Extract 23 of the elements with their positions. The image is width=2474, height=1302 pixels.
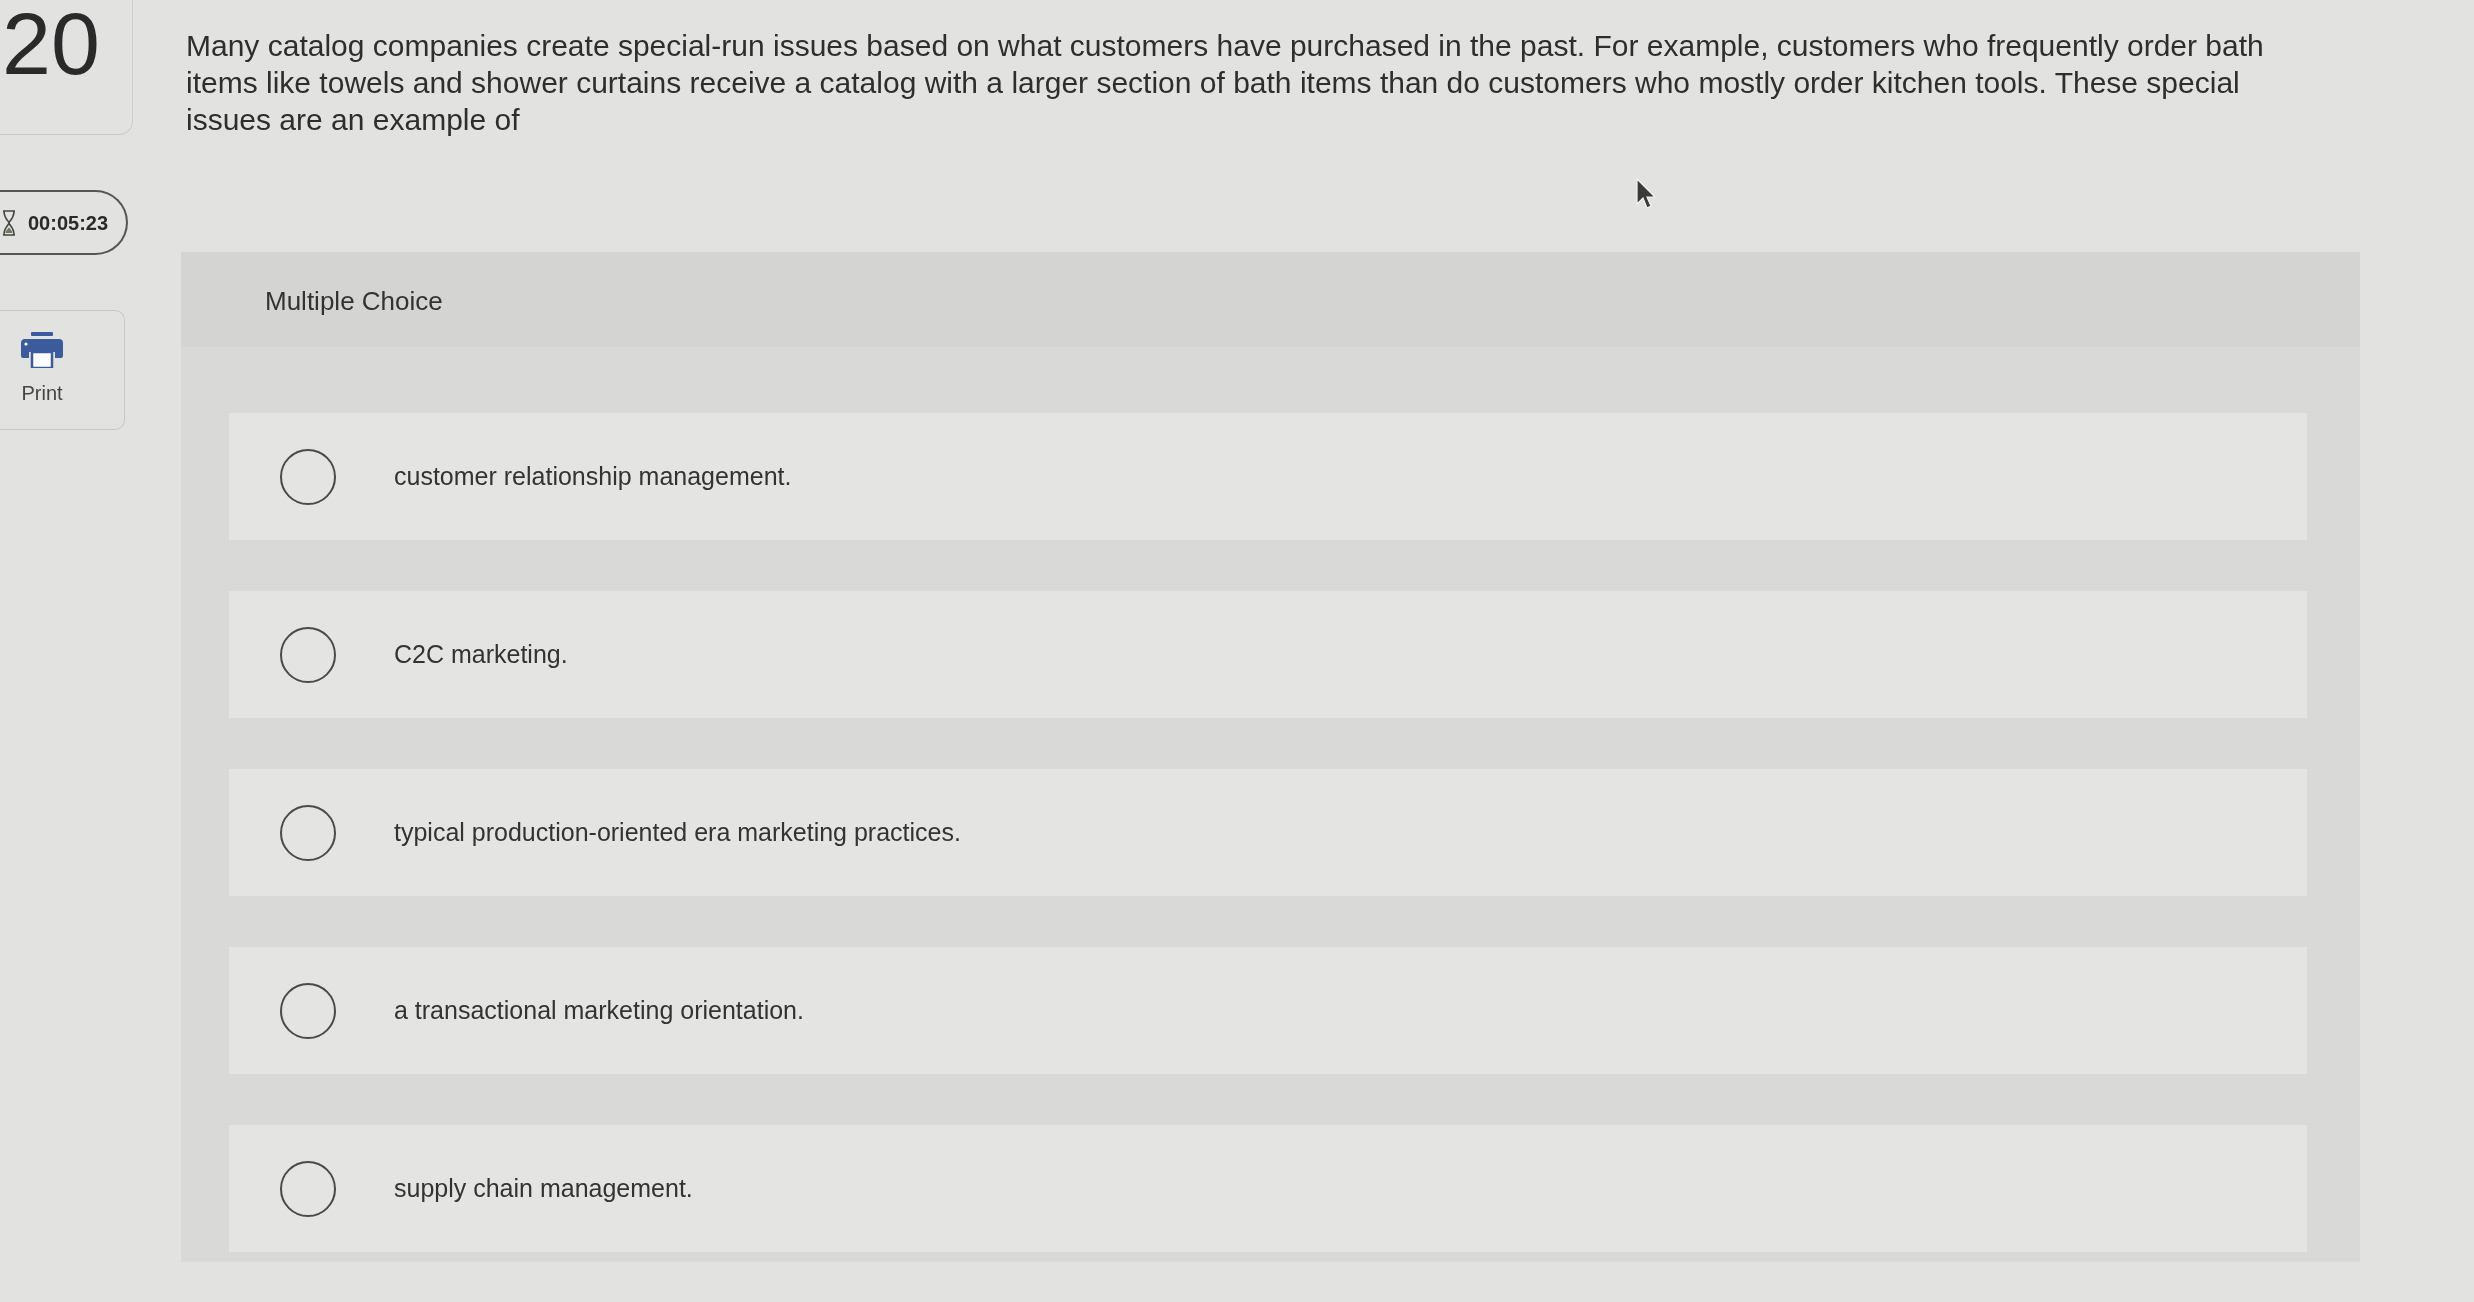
answer-option-row[interactable]: customer relationship management. bbox=[229, 413, 2307, 540]
answer-option-row[interactable]: C2C marketing. bbox=[229, 591, 2307, 718]
printer-icon bbox=[21, 332, 63, 368]
radio-button[interactable] bbox=[280, 804, 336, 861]
radio-button[interactable] bbox=[280, 982, 336, 1039]
hourglass-icon bbox=[2, 209, 16, 236]
timer-text: 00:05:23 bbox=[28, 210, 109, 236]
option-label: typical production-oriented era marketing practices. bbox=[394, 816, 961, 848]
option-label: customer relationship management. bbox=[394, 460, 792, 492]
question-number: 20 bbox=[0, 0, 133, 135]
option-label: C2C marketing. bbox=[394, 638, 568, 670]
radio-button[interactable] bbox=[280, 626, 336, 683]
cursor-icon bbox=[1636, 178, 1656, 210]
radio-button[interactable] bbox=[280, 448, 336, 505]
print-button[interactable]: Print bbox=[0, 310, 125, 430]
option-label: a transactional marketing orientation. bbox=[394, 994, 804, 1026]
radio-button[interactable] bbox=[280, 1160, 336, 1217]
answer-option-row[interactable]: supply chain management. bbox=[229, 1125, 2307, 1252]
option-label: supply chain management. bbox=[394, 1172, 693, 1204]
question-type-label: Multiple Choice bbox=[265, 286, 443, 316]
answer-option-row[interactable]: typical production-oriented era marketing practices. bbox=[229, 769, 2307, 896]
question-text: Many catalog companies create special-run issues based on what customers have purchased in the past. For example, customers who frequently order bath items like towels and shower curtains receive a catalog with a larger section of bath items than do customers who mostly order kitchen tools. These special issues are an example of bbox=[186, 28, 2265, 138]
answer-option-row[interactable]: a transactional marketing orientation. bbox=[229, 947, 2307, 1074]
